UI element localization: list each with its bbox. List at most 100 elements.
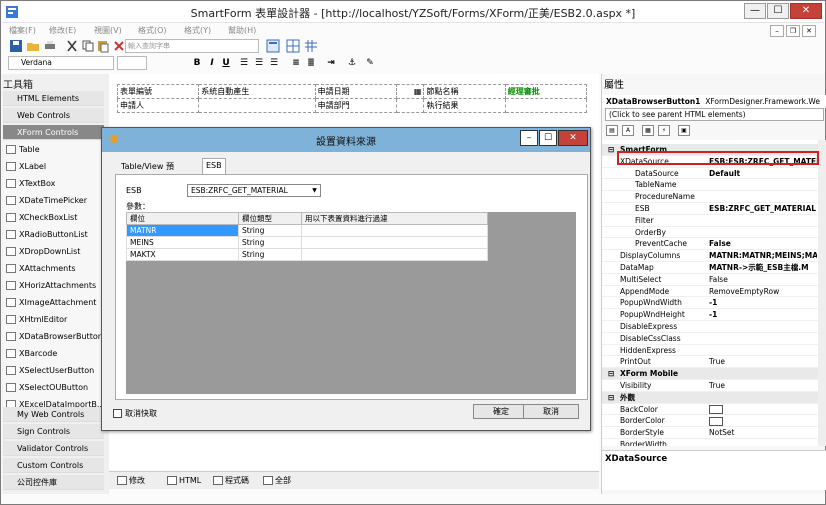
dialog-minimize-button[interactable]: – <box>520 130 538 146</box>
color-swatch[interactable] <box>709 405 723 415</box>
menu-format[interactable]: 格式(O) <box>138 25 167 36</box>
property-value[interactable]: RemoveEmptyRow <box>709 286 817 298</box>
property-row[interactable]: PopupWndWidth -1 <box>602 297 818 310</box>
property-pages-icon[interactable]: ▣ <box>678 125 690 136</box>
indent-icon[interactable]: ⇥ <box>325 57 337 69</box>
align-center-icon[interactable]: ☰ <box>253 57 265 69</box>
link-icon[interactable]: ⚓ <box>346 57 358 69</box>
save-icon[interactable] <box>9 39 23 53</box>
mdi-restore-icon[interactable]: ❐ <box>786 25 800 37</box>
table-cell[interactable] <box>301 248 488 261</box>
table-row[interactable]: MAKTX String <box>126 248 488 261</box>
property-value[interactable] <box>709 404 817 416</box>
search-input[interactable]: 輸入查詢字串 <box>125 39 259 53</box>
form-cell[interactable] <box>504 98 588 113</box>
property-value[interactable]: ESB:ZRFC_GET_MATERIAL <box>709 203 817 215</box>
tab-esb[interactable]: ESB <box>202 158 226 174</box>
toolbox-item[interactable]: XAttachments <box>3 260 105 277</box>
menu-edit[interactable]: 修改(E) <box>49 25 76 36</box>
copy-icon[interactable] <box>81 39 95 53</box>
minimize-button[interactable]: — <box>744 3 766 19</box>
property-row[interactable]: ProcedureName <box>602 191 818 203</box>
property-category[interactable]: XForm Mobile ⊟ <box>602 368 818 380</box>
table-cell[interactable]: String <box>238 224 302 237</box>
delete-icon[interactable] <box>112 39 126 53</box>
form-cell[interactable]: 系統自動產生 <box>198 84 316 99</box>
form-cell[interactable]: 申請人 <box>116 98 200 113</box>
color-swatch[interactable] <box>709 416 723 426</box>
table-row[interactable]: MATNR String <box>126 224 488 237</box>
property-value[interactable]: -1 <box>709 297 817 309</box>
property-value[interactable]: True <box>709 356 817 368</box>
property-value[interactable]: True <box>709 380 817 392</box>
property-grid-scrollbar[interactable] <box>818 140 826 446</box>
property-row[interactable]: OrderBy <box>602 227 818 239</box>
toolbox-item[interactable]: XHtmlEditor <box>3 311 105 328</box>
toolbox-item[interactable]: XSelectOUButton <box>3 379 105 396</box>
menu-format-y[interactable]: 格式(Y) <box>184 25 211 36</box>
toolbox-item[interactable]: XHorizAttachments <box>3 277 105 294</box>
tab-design[interactable]: 修改 <box>115 474 145 488</box>
property-row[interactable]: BorderStyle NotSet <box>602 427 818 439</box>
toolbox-item[interactable]: XImageAttachment <box>3 294 105 311</box>
tab-table-view[interactable]: Table/View <box>118 160 166 174</box>
menu-view[interactable]: 視圖(V) <box>94 25 122 36</box>
table-cell[interactable]: String <box>238 236 302 249</box>
toolbox-item[interactable]: XLabel <box>3 158 105 175</box>
toolbox-item[interactable]: Table <box>3 141 105 158</box>
table-row[interactable]: MEINS String <box>126 236 488 249</box>
property-row[interactable]: PreventCache False <box>602 238 818 251</box>
selected-object[interactable]: XDataBrowserButton1 XFormDesigner.Framew… <box>602 95 826 108</box>
toolbox-item[interactable]: XDataBrowserButton <box>3 328 105 345</box>
table-cell[interactable]: MATNR <box>126 224 239 237</box>
alphabetical-icon[interactable]: A <box>622 125 634 136</box>
toolbox-group-company[interactable]: 公司控件庫 <box>3 475 105 490</box>
table-cell[interactable]: MAKTX <box>126 248 239 261</box>
property-value[interactable]: MATNR->示範_ESB主檔.M <box>709 262 817 274</box>
print-icon[interactable] <box>43 39 57 53</box>
font-family-select[interactable]: Verdana <box>8 56 114 70</box>
parent-elements-select[interactable]: (Click to see parent HTML elements) <box>605 108 824 121</box>
menu-help[interactable]: 幫助(H) <box>228 25 256 36</box>
paste-icon[interactable] <box>96 39 110 53</box>
mdi-minimize-icon[interactable]: – <box>770 25 784 37</box>
tab-all[interactable]: 全部 <box>261 474 291 488</box>
underline-icon[interactable]: U <box>220 57 232 69</box>
property-value[interactable]: NotSet <box>709 427 817 439</box>
property-row[interactable]: DisableCssClass <box>602 333 818 345</box>
form-cell[interactable] <box>198 98 316 113</box>
property-row[interactable]: Filter <box>602 215 818 227</box>
brush-icon[interactable]: ✎ <box>364 57 376 69</box>
grid-icon[interactable] <box>286 39 300 53</box>
collapse-icon[interactable]: ⊟ <box>608 368 614 380</box>
toolbox-group-myweb[interactable]: My Web Controls <box>3 407 105 422</box>
property-row[interactable]: DataMap MATNR->示範_ESB主檔.M <box>602 262 818 274</box>
ordered-list-icon[interactable]: ≣ <box>305 57 317 69</box>
table-cell[interactable]: String <box>238 248 302 261</box>
toolbox-item[interactable]: XTextBox <box>3 175 105 192</box>
column-header[interactable]: 欄位類型 <box>238 212 302 225</box>
table-cell[interactable] <box>301 236 488 249</box>
toolbox-item[interactable]: XBarcode <box>3 345 105 362</box>
cut-icon[interactable] <box>65 39 79 53</box>
toolbox-group-web[interactable]: Web Controls <box>3 108 105 123</box>
align-left-icon[interactable]: ☰ <box>238 57 250 69</box>
calendar-icon[interactable]: ▦ <box>414 87 422 96</box>
table-grid-icon[interactable] <box>304 39 318 53</box>
property-row[interactable]: BackColor <box>602 404 818 416</box>
events-icon[interactable]: ⚡ <box>658 125 670 136</box>
form-cell[interactable]: 表單編號 <box>116 84 200 99</box>
close-button[interactable]: ✕ <box>790 3 822 19</box>
align-right-icon[interactable]: ☰ <box>268 57 280 69</box>
italic-icon[interactable]: I <box>206 57 218 69</box>
tab-html[interactable]: HTML <box>165 474 201 488</box>
column-header[interactable]: 用以下表置資料進行過濾 <box>301 212 488 225</box>
property-row[interactable]: AppendMode RemoveEmptyRow <box>602 286 818 298</box>
toolbox-group-custom[interactable]: Custom Controls <box>3 458 105 473</box>
toolbox-item[interactable]: XDropDownList <box>3 243 105 260</box>
tab-code[interactable]: 程式碼 <box>211 474 249 488</box>
table-cell[interactable] <box>301 224 488 237</box>
bold-icon[interactable]: B <box>191 57 203 69</box>
property-value[interactable] <box>709 415 817 427</box>
toolbox-item[interactable]: XDateTimePicker <box>3 192 105 209</box>
